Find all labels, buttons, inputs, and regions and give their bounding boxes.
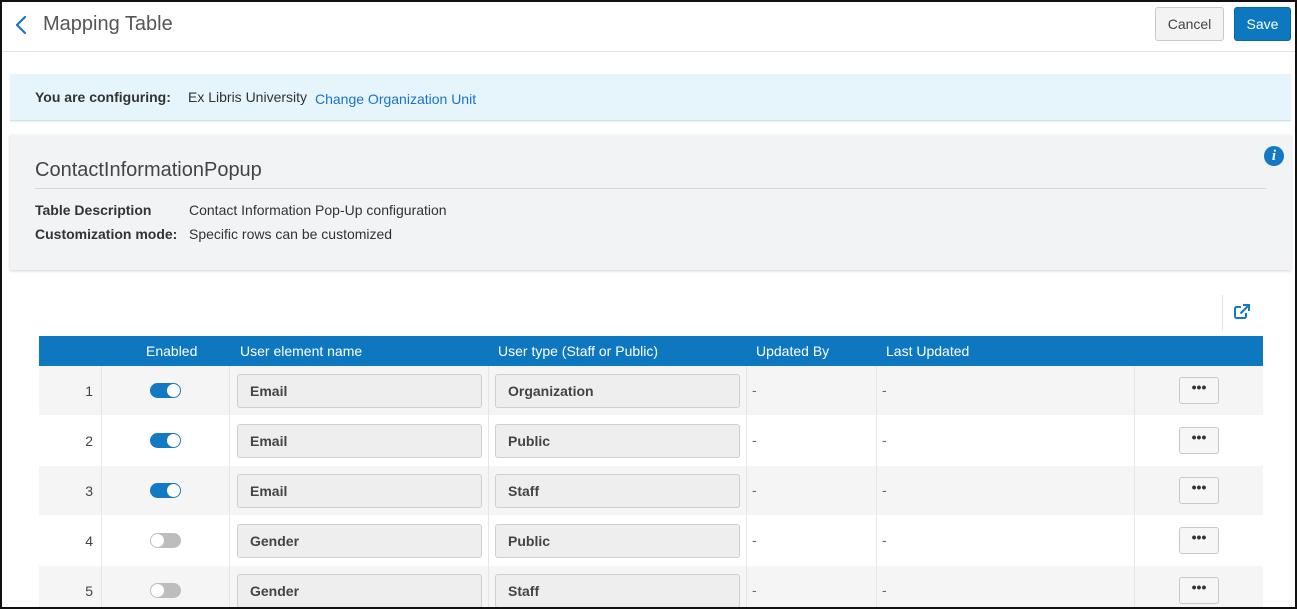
- table-name: ContactInformationPopup: [35, 159, 262, 181]
- updated-by: -: [752, 482, 757, 498]
- updated-by: -: [752, 532, 757, 548]
- user-element-field[interactable]: Email: [237, 474, 482, 508]
- info-icon[interactable]: i: [1264, 146, 1284, 166]
- user-type-field[interactable]: Staff: [495, 474, 740, 508]
- chevron-left-icon[interactable]: [10, 12, 34, 38]
- enabled-toggle[interactable]: [150, 583, 181, 598]
- updated-by: -: [752, 432, 757, 448]
- column-header-last-updated[interactable]: Last Updated: [886, 343, 969, 359]
- table-header: Enabled User element name User type (Sta…: [39, 336, 1263, 366]
- save-button[interactable]: Save: [1234, 7, 1291, 41]
- last-updated: -: [882, 582, 887, 598]
- row-actions-button[interactable]: •••: [1179, 477, 1219, 504]
- column-header-user-type[interactable]: User type (Staff or Public): [498, 343, 658, 359]
- updated-by: -: [752, 582, 757, 598]
- table-row: 2 Email Public - - •••: [39, 416, 1263, 466]
- enabled-toggle[interactable]: [150, 383, 181, 398]
- row-number: 5: [85, 583, 93, 599]
- cancel-button[interactable]: Cancel: [1155, 7, 1224, 41]
- divider: [1222, 295, 1223, 330]
- user-element-field[interactable]: Gender: [237, 524, 482, 558]
- enabled-toggle[interactable]: [150, 533, 181, 548]
- row-actions-button[interactable]: •••: [1179, 577, 1219, 604]
- user-type-field[interactable]: Organization: [495, 374, 740, 408]
- row-number: 4: [85, 533, 93, 549]
- customization-mode-label: Customization mode:: [35, 226, 178, 242]
- page-frame: Mapping Table Cancel Save You are config…: [0, 0, 1297, 609]
- last-updated: -: [882, 532, 887, 548]
- row-actions-button[interactable]: •••: [1179, 527, 1219, 554]
- customization-mode-value: Specific rows can be customized: [189, 226, 393, 242]
- row-number: 1: [85, 383, 93, 399]
- enabled-toggle[interactable]: [150, 483, 181, 498]
- table-row: 4 Gender Public - - •••: [39, 516, 1263, 566]
- updated-by: -: [752, 382, 757, 398]
- table-description-panel: ContactInformationPopup i Table Descript…: [10, 135, 1291, 270]
- row-number: 3: [85, 483, 93, 499]
- page-title: Mapping Table: [43, 13, 173, 35]
- export-icon[interactable]: [1232, 302, 1252, 322]
- row-actions-button[interactable]: •••: [1179, 427, 1219, 454]
- user-type-field[interactable]: Public: [495, 424, 740, 458]
- table-row: 1 Email Organization - - •••: [39, 366, 1263, 416]
- table-description-label: Table Description: [35, 202, 152, 218]
- user-type-field[interactable]: Staff: [495, 574, 740, 607]
- table-row: 3 Email Staff - - •••: [39, 466, 1263, 516]
- page-header: Mapping Table Cancel Save: [2, 2, 1295, 52]
- user-element-field[interactable]: Email: [237, 374, 482, 408]
- row-actions-button[interactable]: •••: [1179, 377, 1219, 404]
- mapping-table: Enabled User element name User type (Sta…: [39, 336, 1263, 607]
- table-description-value: Contact Information Pop-Up configuration: [189, 202, 447, 218]
- configuring-bar: You are configuring: Ex Libris Universit…: [10, 74, 1291, 121]
- divider: [35, 188, 1266, 189]
- user-type-field[interactable]: Public: [495, 524, 740, 558]
- column-header-element-name[interactable]: User element name: [240, 343, 362, 359]
- enabled-toggle[interactable]: [150, 433, 181, 448]
- last-updated: -: [882, 482, 887, 498]
- table-row: 5 Gender Staff - - •••: [39, 566, 1263, 607]
- organization-name: Ex Libris University: [188, 89, 308, 105]
- change-organization-link[interactable]: Change Organization Unit: [315, 91, 476, 107]
- last-updated: -: [882, 432, 887, 448]
- column-header-updated-by[interactable]: Updated By: [756, 343, 829, 359]
- user-element-field[interactable]: Email: [237, 424, 482, 458]
- column-header-enabled[interactable]: Enabled: [146, 343, 197, 359]
- last-updated: -: [882, 382, 887, 398]
- row-number: 2: [85, 433, 93, 449]
- configuring-label: You are configuring:: [35, 89, 171, 105]
- user-element-field[interactable]: Gender: [237, 574, 482, 607]
